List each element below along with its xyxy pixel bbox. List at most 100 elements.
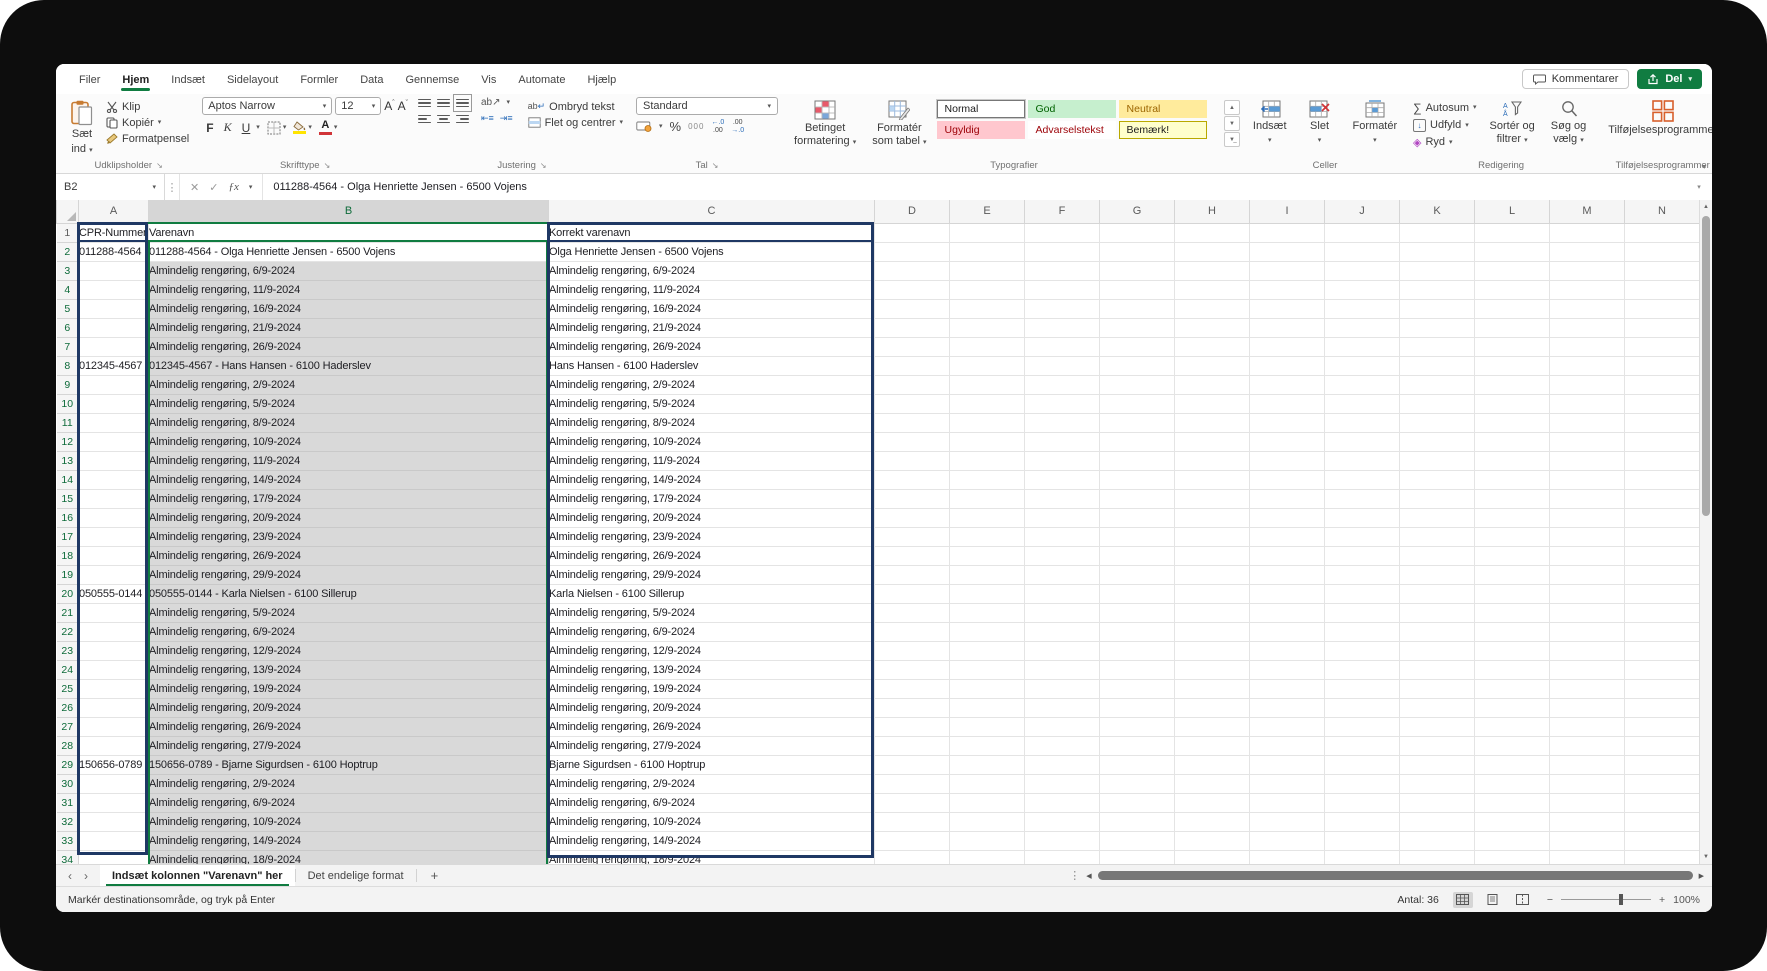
row-header-31[interactable]: 31 <box>57 794 79 813</box>
cell-H21[interactable] <box>1175 604 1250 623</box>
cell-L24[interactable] <box>1475 661 1550 680</box>
cell-C7[interactable]: Almindelig rengøring, 26/9-2024 <box>549 338 875 357</box>
cell-B5[interactable]: Almindelig rengøring, 16/9-2024 <box>149 300 549 319</box>
cell-B3[interactable]: Almindelig rengøring, 6/9-2024 <box>149 262 549 281</box>
cell-J12[interactable] <box>1325 433 1400 452</box>
cell-J25[interactable] <box>1325 680 1400 699</box>
cell-H20[interactable] <box>1175 585 1250 604</box>
cell-G34[interactable] <box>1100 851 1175 865</box>
row-header-34[interactable]: 34 <box>57 851 79 865</box>
cell-F7[interactable] <box>1025 338 1100 357</box>
cell-K15[interactable] <box>1400 490 1475 509</box>
cell-N31[interactable] <box>1625 794 1700 813</box>
cell-F27[interactable] <box>1025 718 1100 737</box>
cell-H14[interactable] <box>1175 471 1250 490</box>
cell-N19[interactable] <box>1625 566 1700 585</box>
row-header-27[interactable]: 27 <box>57 718 79 737</box>
paste-button[interactable]: Sæt ind ▾ <box>65 97 99 158</box>
row-header-14[interactable]: 14 <box>57 471 79 490</box>
cell-B17[interactable]: Almindelig rengøring, 23/9-2024 <box>149 528 549 547</box>
cell-L3[interactable] <box>1475 262 1550 281</box>
worksheet-grid[interactable]: ABCDEFGHIJKLMN1CPR-NummerVarenavnKorrekt… <box>56 200 1699 864</box>
cell-D22[interactable] <box>875 623 950 642</box>
cell-K17[interactable] <box>1400 528 1475 547</box>
cell-J18[interactable] <box>1325 547 1400 566</box>
cell-M15[interactable] <box>1550 490 1625 509</box>
cell-N14[interactable] <box>1625 471 1700 490</box>
find-select-button[interactable]: Søg ogvælg ▾ <box>1545 97 1592 148</box>
cell-E5[interactable] <box>950 300 1025 319</box>
cell-G27[interactable] <box>1100 718 1175 737</box>
cell-C33[interactable]: Almindelig rengøring, 14/9-2024 <box>549 832 875 851</box>
cell-G23[interactable] <box>1100 642 1175 661</box>
cell-G17[interactable] <box>1100 528 1175 547</box>
cell-M31[interactable] <box>1550 794 1625 813</box>
cell-N32[interactable] <box>1625 813 1700 832</box>
cell-E29[interactable] <box>950 756 1025 775</box>
cell-I9[interactable] <box>1250 376 1325 395</box>
cell-K32[interactable] <box>1400 813 1475 832</box>
cell-C24[interactable]: Almindelig rengøring, 13/9-2024 <box>549 661 875 680</box>
cell-A20[interactable]: 050555-0144 <box>79 585 149 604</box>
cell-I11[interactable] <box>1250 414 1325 433</box>
column-header-e[interactable]: E <box>950 200 1025 223</box>
clipboard-dialog-launcher-icon[interactable]: ↘ <box>156 161 163 170</box>
cell-K19[interactable] <box>1400 566 1475 585</box>
cell-L29[interactable] <box>1475 756 1550 775</box>
cell-K16[interactable] <box>1400 509 1475 528</box>
cell-J17[interactable] <box>1325 528 1400 547</box>
cell-L8[interactable] <box>1475 357 1550 376</box>
fill-button[interactable]: ↓ Udfyld ▾ <box>1410 117 1480 133</box>
cell-C21[interactable]: Almindelig rengøring, 5/9-2024 <box>549 604 875 623</box>
cell-H25[interactable] <box>1175 680 1250 699</box>
decrease-font-button[interactable]: Aˇ <box>398 99 408 113</box>
cell-style-neutral[interactable]: Neutral <box>1119 100 1207 118</box>
cell-I23[interactable] <box>1250 642 1325 661</box>
cell-D34[interactable] <box>875 851 950 865</box>
cell-N1[interactable] <box>1625 223 1700 243</box>
cell-F34[interactable] <box>1025 851 1100 865</box>
cell-I13[interactable] <box>1250 452 1325 471</box>
cell-G15[interactable] <box>1100 490 1175 509</box>
cell-G16[interactable] <box>1100 509 1175 528</box>
cell-G22[interactable] <box>1100 623 1175 642</box>
cell-G24[interactable] <box>1100 661 1175 680</box>
row-header-5[interactable]: 5 <box>57 300 79 319</box>
cell-C26[interactable]: Almindelig rengøring, 20/9-2024 <box>549 699 875 718</box>
orientation-button[interactable]: ab↗ <box>481 97 501 108</box>
cell-L21[interactable] <box>1475 604 1550 623</box>
cell-D9[interactable] <box>875 376 950 395</box>
cell-H10[interactable] <box>1175 395 1250 414</box>
cell-H31[interactable] <box>1175 794 1250 813</box>
cell-A7[interactable] <box>79 338 149 357</box>
percent-style-button[interactable]: % <box>670 119 682 134</box>
cell-I33[interactable] <box>1250 832 1325 851</box>
cell-E34[interactable] <box>950 851 1025 865</box>
cell-J27[interactable] <box>1325 718 1400 737</box>
cell-I19[interactable] <box>1250 566 1325 585</box>
hscroll-right-icon[interactable]: ▶ <box>1699 872 1704 880</box>
cell-A31[interactable] <box>79 794 149 813</box>
cell-E20[interactable] <box>950 585 1025 604</box>
cell-C29[interactable]: Bjarne Sigurdsen - 6100 Hoptrup <box>549 756 875 775</box>
cell-C13[interactable]: Almindelig rengøring, 11/9-2024 <box>549 452 875 471</box>
delete-cells-button[interactable]: Slet▾ <box>1303 97 1337 148</box>
cell-E9[interactable] <box>950 376 1025 395</box>
cell-A10[interactable] <box>79 395 149 414</box>
cell-M10[interactable] <box>1550 395 1625 414</box>
cell-J14[interactable] <box>1325 471 1400 490</box>
format-painter-button[interactable]: Formatpensel <box>103 131 192 146</box>
cell-G3[interactable] <box>1100 262 1175 281</box>
cell-A3[interactable] <box>79 262 149 281</box>
name-box[interactable]: B2 ▾ <box>56 174 165 200</box>
cell-N26[interactable] <box>1625 699 1700 718</box>
cell-F20[interactable] <box>1025 585 1100 604</box>
cell-D6[interactable] <box>875 319 950 338</box>
cell-I5[interactable] <box>1250 300 1325 319</box>
sheet-nav-next-icon[interactable]: › <box>84 869 88 883</box>
row-header-4[interactable]: 4 <box>57 281 79 300</box>
cell-F8[interactable] <box>1025 357 1100 376</box>
cell-J16[interactable] <box>1325 509 1400 528</box>
cell-H29[interactable] <box>1175 756 1250 775</box>
cell-L31[interactable] <box>1475 794 1550 813</box>
